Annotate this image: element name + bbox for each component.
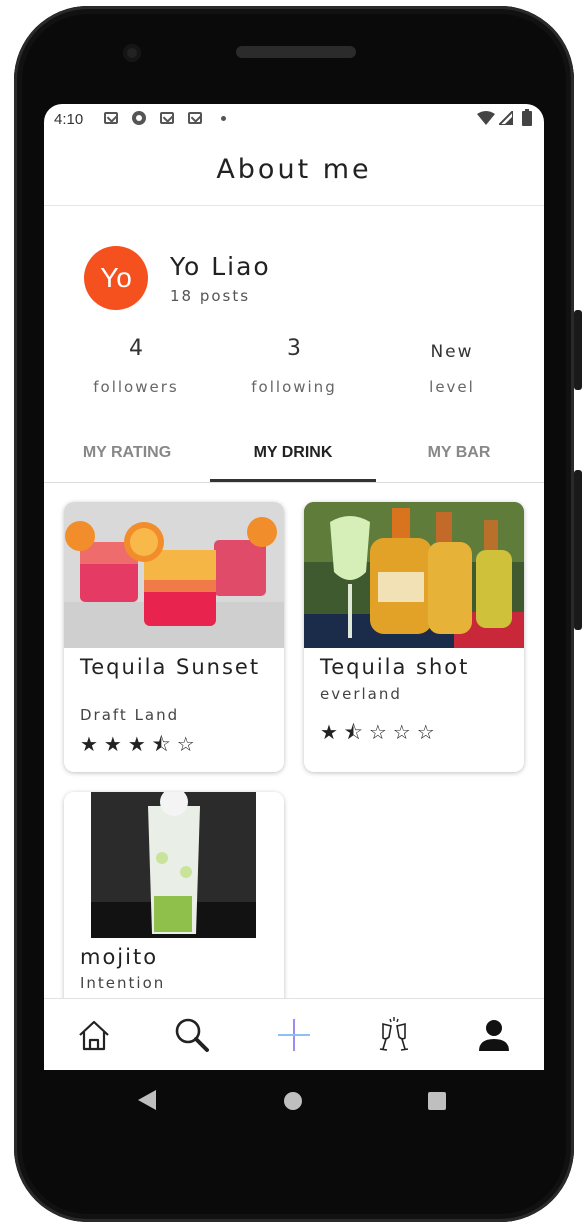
battery-icon <box>522 109 532 126</box>
drink-card[interactable]: Tequila Sunset Draft Land ★★★⯪☆ <box>64 502 284 772</box>
drink-photo <box>64 502 284 648</box>
plus-icon[interactable] <box>274 1015 314 1055</box>
page-title: About me <box>216 154 372 185</box>
followers-stat[interactable]: 4 followers <box>56 336 216 396</box>
back-nav-button[interactable] <box>138 1090 156 1110</box>
profile-tabs: MY RATING MY DRINK MY BAR <box>44 434 544 483</box>
drink-name: mojito <box>80 945 159 969</box>
star-rating: ★★★⯪☆ <box>80 732 201 756</box>
followers-count: 4 <box>129 336 143 361</box>
level-value: New <box>430 342 474 362</box>
following-label: following <box>251 378 337 396</box>
bar-name: Intention <box>80 974 166 992</box>
profile-name: Yo Liao <box>170 252 271 281</box>
home-nav-button[interactable] <box>284 1092 302 1110</box>
wifi-icon <box>477 111 495 125</box>
active-tab-indicator <box>210 479 376 482</box>
bar-name: Draft Land <box>80 706 180 724</box>
star-rating: ★⯪☆☆☆ <box>320 720 441 744</box>
gmail-icon <box>104 112 118 124</box>
gmail-icon <box>160 112 174 124</box>
notification-dot-icon <box>221 116 226 121</box>
avatar[interactable]: Yo <box>84 246 148 310</box>
header-divider <box>44 205 544 206</box>
drink-photo <box>304 502 524 648</box>
bottom-navigation <box>44 998 544 1070</box>
cheers-icon[interactable] <box>374 1015 414 1055</box>
power-button <box>574 310 582 390</box>
drink-name: Tequila shot <box>320 655 470 679</box>
following-stat[interactable]: 3 following <box>214 336 374 396</box>
home-icon[interactable] <box>74 1015 114 1055</box>
gmail-icon <box>188 112 202 124</box>
bar-name: everland <box>320 685 402 703</box>
settings-icon <box>132 111 146 125</box>
followers-label: followers <box>93 378 179 396</box>
drink-photo <box>64 792 284 938</box>
status-time: 4:10 <box>54 111 84 128</box>
posts-count: 18 posts <box>170 287 251 305</box>
tab-my-rating[interactable]: MY RATING <box>44 434 210 480</box>
status-bar: 4:10 <box>44 104 544 134</box>
following-count: 3 <box>287 336 301 361</box>
search-icon[interactable] <box>172 1015 212 1055</box>
recents-nav-button[interactable] <box>428 1092 446 1110</box>
volume-button <box>574 470 582 630</box>
signal-icon <box>499 111 513 125</box>
level-label: level <box>429 378 475 396</box>
tab-my-drink[interactable]: MY DRINK <box>210 434 376 480</box>
drink-name: Tequila Sunset <box>80 655 261 679</box>
tab-my-bar[interactable]: MY BAR <box>376 434 542 480</box>
level-stat: New level <box>372 336 532 396</box>
app-screen: 4:10 About me Yo Yo Liao 18 posts 4 foll… <box>44 104 544 1070</box>
drink-card[interactable]: mojito Intention <box>64 792 284 1022</box>
drink-card[interactable]: Tequila shot everland ★⯪☆☆☆ <box>304 502 524 772</box>
earpiece-speaker <box>236 46 356 58</box>
front-camera <box>123 44 141 62</box>
profile-icon[interactable] <box>474 1015 514 1055</box>
